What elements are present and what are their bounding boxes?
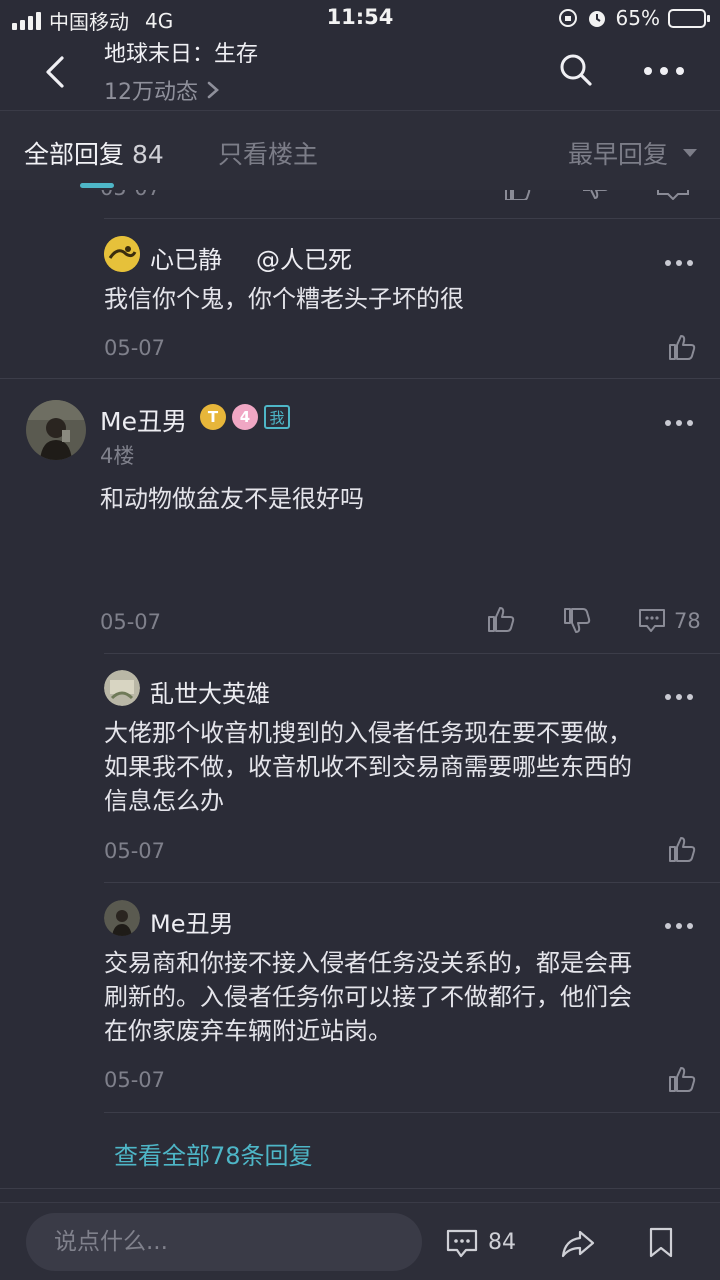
- floor-more-icon[interactable]: [664, 418, 694, 428]
- floor-divider: [0, 1188, 720, 1189]
- more-icon[interactable]: [640, 56, 688, 86]
- reply-author[interactable]: Me丑男: [150, 904, 233, 939]
- forum-dynamics-count: 12万动态: [104, 80, 198, 105]
- sort-label: 最早回复: [567, 140, 668, 169]
- reply-text-line: 大佬那个收音机搜到的入侵者任务现在要不要做，: [104, 719, 632, 747]
- reply-date: 05-07: [104, 1068, 166, 1092]
- reply-date: 05-07: [104, 839, 166, 863]
- forum-dynamics-link[interactable]: 12万动态: [104, 74, 220, 106]
- reply-text-line: 交易商和你接不接入侵者任务没关系的，都是会再: [104, 949, 632, 977]
- avatar[interactable]: [104, 670, 140, 706]
- title-badge-icon: T: [200, 404, 226, 430]
- floor-divider: [0, 378, 720, 379]
- floor-comment-count: 78: [674, 609, 701, 633]
- me-badge: 我: [264, 405, 290, 429]
- reply-text: 大佬那个收音机搜到的入侵者任务现在要不要做， 如果我不做，收音机收不到交易商需要…: [104, 716, 632, 818]
- chevron-right-icon: [207, 81, 219, 99]
- tab-all-replies[interactable]: 全部回复 84: [24, 135, 164, 171]
- reply-more-icon[interactable]: [664, 921, 694, 931]
- nav-bar: 地球末日：生存 12万动态: [0, 36, 720, 110]
- like-icon[interactable]: [668, 836, 696, 862]
- level-badge: 4: [232, 404, 258, 430]
- dislike-icon[interactable]: [563, 608, 591, 634]
- divider: [104, 882, 720, 883]
- alarm-icon: [588, 11, 605, 27]
- avatar-image: [104, 236, 140, 272]
- search-icon[interactable]: [558, 52, 594, 88]
- view-all-replies-link[interactable]: 查看全部78条回复: [114, 1136, 313, 1171]
- back-icon[interactable]: [38, 54, 74, 90]
- sort-dropdown[interactable]: 最早回复: [568, 135, 698, 171]
- reply-text-line: 如果我不做，收音机收不到交易商需要哪些东西的: [104, 753, 632, 781]
- like-icon[interactable]: [668, 1066, 696, 1092]
- floor-text: 和动物做盆友不是很好吗: [100, 485, 364, 513]
- reply-text: 我信你个鬼，你个糟老头子坏的很: [104, 285, 464, 313]
- reply-text: 交易商和你接不接入侵者任务没关系的，都是会再 刷新的。入侵者任务你可以接了不做都…: [104, 946, 632, 1048]
- comment-icon: [639, 609, 665, 632]
- like-icon[interactable]: [504, 190, 532, 200]
- tab-owner-only[interactable]: 只看楼主: [218, 135, 318, 171]
- avatar-image: [26, 400, 86, 460]
- reply-date: 05-07: [104, 336, 166, 360]
- reply-date: 05-07: [100, 190, 161, 200]
- avatar-image: [104, 670, 140, 706]
- comments-icon[interactable]: [446, 1229, 478, 1259]
- reply-tabs: 全部回复 84 只看楼主 最早回复: [0, 110, 720, 190]
- floor-comment-button[interactable]: 78: [638, 608, 701, 634]
- divider: [104, 218, 720, 219]
- battery-percent: 65%: [615, 6, 660, 30]
- tab-all-label: 全部回复: [24, 140, 125, 169]
- tab-all-count: 84: [132, 140, 164, 169]
- bottom-bar: 说点什么... 84: [0, 1202, 720, 1280]
- comment-input[interactable]: 说点什么...: [26, 1213, 422, 1271]
- rotation-lock-icon: [558, 9, 577, 27]
- like-icon[interactable]: [487, 606, 515, 632]
- divider: [104, 1112, 720, 1113]
- active-tab-indicator: [80, 183, 114, 188]
- comments-count: 84: [488, 1230, 516, 1255]
- divider: [104, 653, 720, 654]
- reply-mention[interactable]: @人已死: [256, 240, 352, 275]
- reply-author[interactable]: 心已静: [150, 240, 222, 275]
- reply-more-icon[interactable]: [664, 692, 694, 702]
- floor-number: 4楼: [100, 444, 135, 468]
- avatar[interactable]: [104, 900, 140, 936]
- comment-icon[interactable]: [656, 190, 690, 200]
- dislike-icon[interactable]: [582, 190, 610, 200]
- forum-title[interactable]: 地球末日：生存: [104, 36, 258, 68]
- like-icon[interactable]: [668, 334, 696, 360]
- floor-author-name[interactable]: Me丑男: [100, 402, 187, 438]
- battery-icon: [668, 8, 710, 28]
- bookmark-icon[interactable]: [648, 1227, 674, 1259]
- avatar[interactable]: [104, 236, 140, 272]
- reply-text-line: 在你家废弃车辆附近站岗。: [104, 1017, 392, 1045]
- reply-text-line: 信息怎么办: [104, 787, 224, 815]
- floor-date: 05-07: [100, 610, 162, 634]
- reply-more-icon[interactable]: [664, 258, 694, 268]
- floor-author-avatar[interactable]: [26, 400, 86, 460]
- reply-author[interactable]: 乱世大英雄: [150, 674, 270, 709]
- status-bar: 中国移动 4G 11:54 65%: [0, 0, 720, 36]
- avatar-image: [104, 900, 140, 936]
- share-icon[interactable]: [560, 1229, 596, 1259]
- caret-down-icon: [683, 149, 697, 157]
- reply-text-line: 刷新的。入侵者任务你可以接了不做都行，他们会: [104, 983, 632, 1011]
- reply-list: 05-07 心已静 @人已死 我信你个鬼，你个糟老头子坏的很 05-07 Me丑…: [0, 190, 720, 1202]
